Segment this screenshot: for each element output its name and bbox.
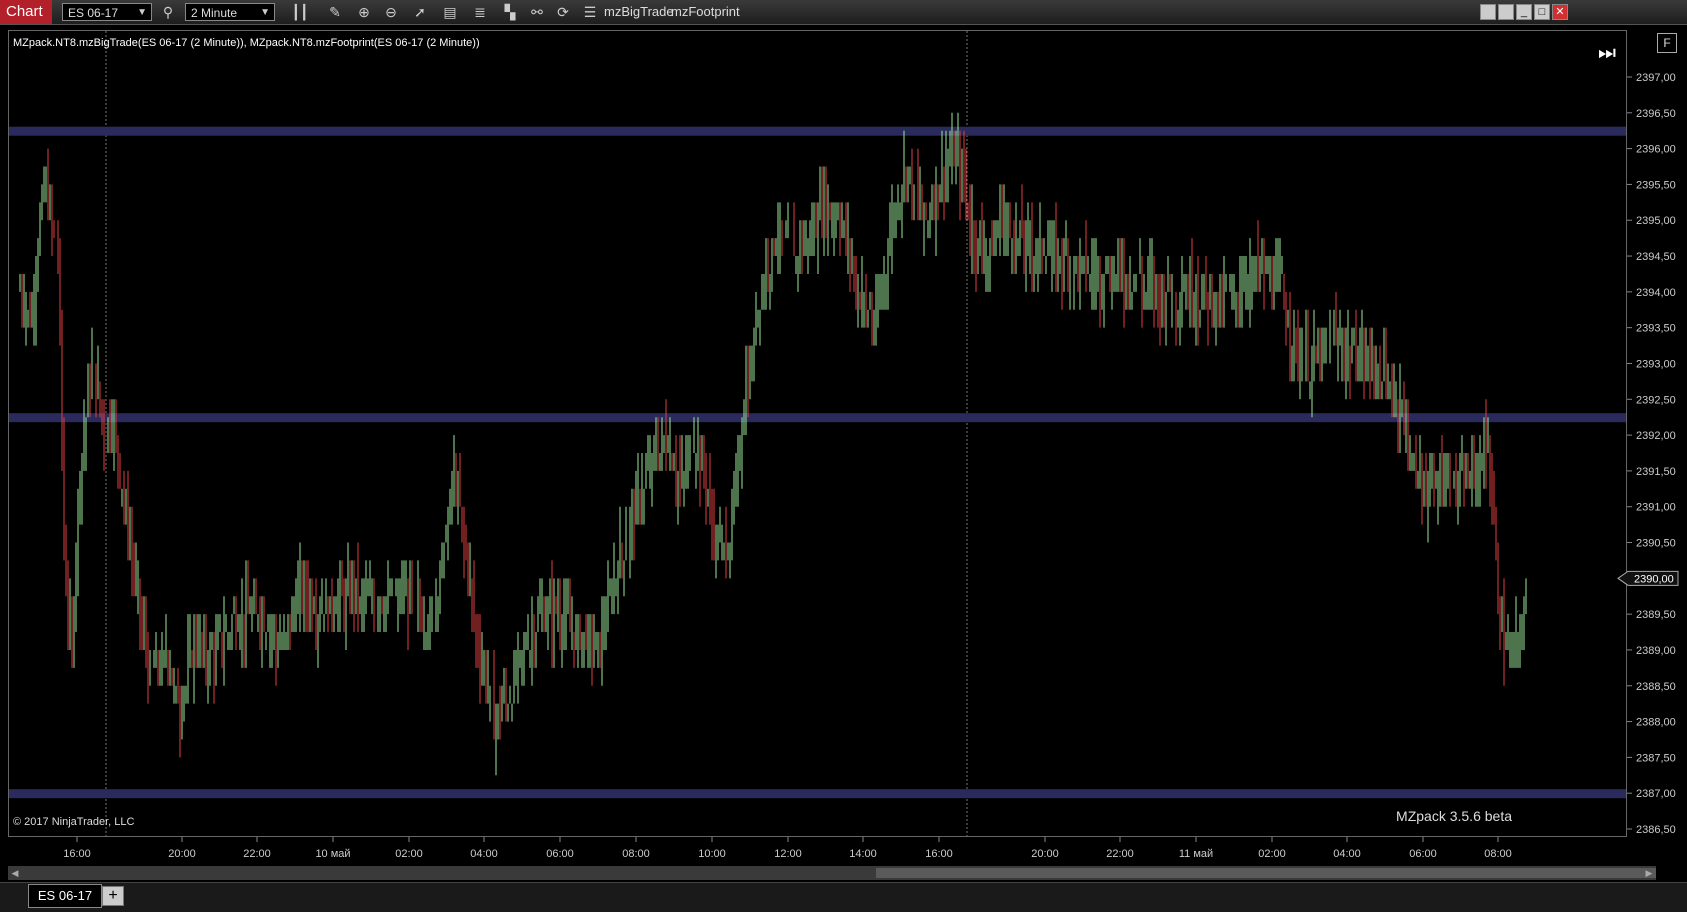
- x-tick-label: 16:00: [63, 848, 91, 860]
- y-tick-label: 2389,50: [1636, 609, 1676, 621]
- level-band: [9, 789, 1626, 799]
- y-tick-label: 2396,50: [1636, 108, 1676, 120]
- y-tick-label: 2391,50: [1636, 466, 1676, 478]
- y-tick-label: 2392,50: [1636, 394, 1676, 406]
- mzpack-watermark: MZpack 3.5.6 beta: [1396, 808, 1512, 824]
- y-tick-label: 2393,50: [1636, 323, 1676, 335]
- x-tick-label: 22:00: [1106, 848, 1134, 860]
- y-tick-label: 2394,50: [1636, 251, 1676, 263]
- x-tick-label: 12:00: [774, 848, 802, 860]
- f-button[interactable]: F: [1657, 33, 1677, 53]
- y-tick-label: 2388,50: [1636, 681, 1676, 693]
- horizontal-scrollbar[interactable]: ◀ ▶: [8, 866, 1656, 880]
- current-price-label: 2390,00: [1634, 573, 1674, 585]
- scroll-right-icon[interactable]: ▶: [1642, 866, 1656, 880]
- x-tick-label: 20:00: [168, 848, 196, 860]
- y-tick-label: 2395,50: [1636, 179, 1676, 191]
- scroll-left-icon[interactable]: ◀: [8, 866, 22, 880]
- x-tick-label: 08:00: [1484, 848, 1512, 860]
- scrollbar-thumb[interactable]: [876, 868, 1656, 878]
- y-tick-label: 2390,50: [1636, 538, 1676, 550]
- y-tick-label: 2387,50: [1636, 752, 1676, 764]
- indicator-label: MZpack.NT8.mzBigTrade(ES 06-17 (2 Minute…: [13, 37, 480, 49]
- scroll-to-end-icon[interactable]: ⏭: [1598, 42, 1618, 66]
- y-tick-label: 2387,00: [1636, 788, 1676, 800]
- x-tick-label: 10 май: [315, 848, 350, 860]
- x-tick-label: 16:00: [925, 848, 953, 860]
- x-tick-label: 02:00: [1258, 848, 1286, 860]
- x-tick-label: 06:00: [1409, 848, 1437, 860]
- level-band: [9, 413, 1626, 423]
- x-tick-label: 04:00: [1333, 848, 1361, 860]
- x-tick-label: 20:00: [1031, 848, 1059, 860]
- x-tick-label: 14:00: [849, 848, 877, 860]
- x-tick-label: 08:00: [622, 848, 650, 860]
- y-tick-label: 2388,00: [1636, 717, 1676, 729]
- level-band: [9, 126, 1626, 136]
- y-tick-label: 2386,50: [1636, 824, 1676, 836]
- x-tick-label: 22:00: [243, 848, 271, 860]
- price-chart: 2397,00 2396,50 2396,00 2395,50 2395,00 2394,…: [9, 31, 1679, 860]
- copyright-text: © 2017 NinjaTrader, LLC: [13, 816, 135, 828]
- y-tick-label: 2391,00: [1636, 502, 1676, 514]
- x-tick-label: 04:00: [470, 848, 498, 860]
- y-tick-label: 2395,00: [1636, 215, 1676, 227]
- y-tick-label: 2392,00: [1636, 430, 1676, 442]
- x-tick-label: 11 май: [1179, 848, 1213, 860]
- y-tick-label: 2393,00: [1636, 358, 1676, 370]
- tab-bar: ES 06-17 +: [0, 882, 1687, 912]
- tab-es-06-17[interactable]: ES 06-17: [28, 884, 102, 908]
- y-tick-label: 2394,00: [1636, 287, 1676, 299]
- y-tick-label: 2389,00: [1636, 645, 1676, 657]
- add-tab-button[interactable]: +: [102, 886, 124, 906]
- y-tick-label: 2397,00: [1636, 72, 1676, 84]
- x-tick-label: 02:00: [395, 848, 423, 860]
- x-tick-label: 06:00: [546, 848, 574, 860]
- y-tick-label: 2396,00: [1636, 144, 1676, 156]
- x-tick-label: 10:00: [698, 848, 726, 860]
